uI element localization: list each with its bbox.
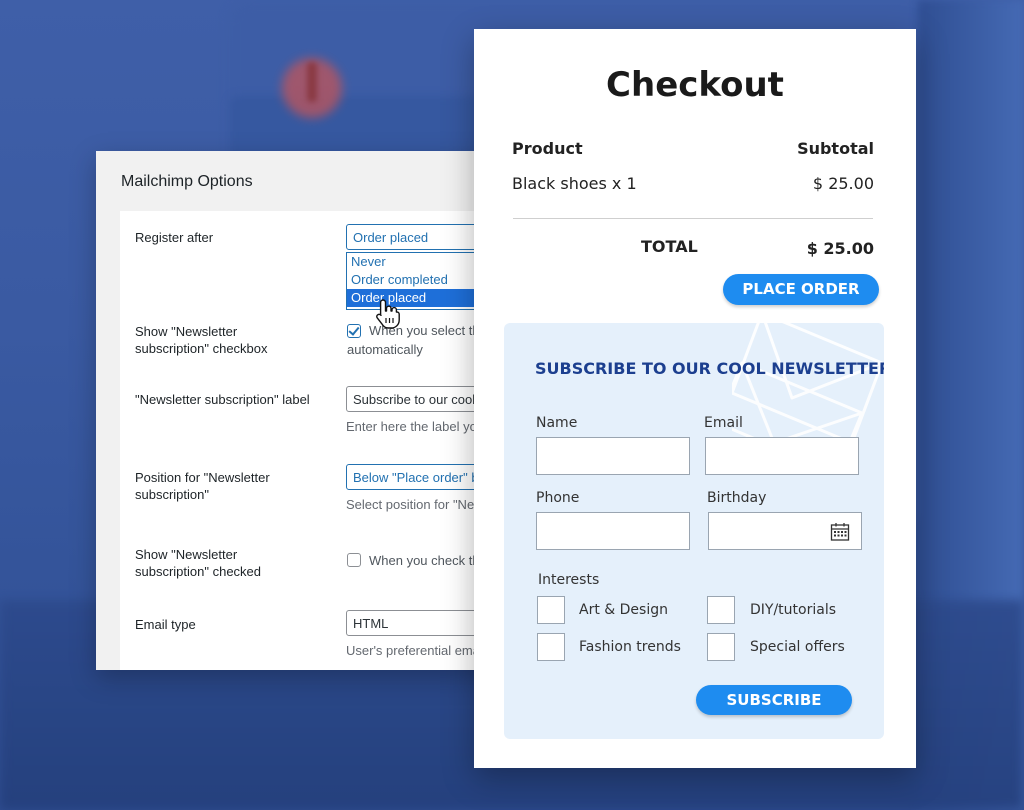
interest-diy-checkbox[interactable] [707,596,735,624]
options-form: Register after Order placed Show "Newsle… [120,211,516,670]
interest-diy-label: DIY/tutorials [750,602,837,618]
calendar-icon[interactable] [830,522,850,542]
phone-input[interactable] [536,512,690,550]
newsletter-box: SUBSCRIBE TO OUR COOL NEWSLETTER Name Em… [504,323,884,739]
item-price: $ 25.00 [812,174,874,193]
show-checkbox-text-2: automatically [347,342,423,357]
name-input[interactable] [536,437,690,475]
interest-fashion-checkbox[interactable] [537,633,565,661]
item-name: Black shoes x 1 [512,174,637,193]
birthday-label: Birthday [707,490,767,506]
interest-art-design-checkbox[interactable] [537,596,565,624]
checked-default-toggle[interactable] [347,553,361,567]
checkout-card: Checkout Product Subtotal Black shoes x … [474,29,916,768]
panel-title: Mailchimp Options [121,173,253,190]
show-checkbox-toggle[interactable] [347,324,361,338]
email-type-description: User's preferential ema [346,643,480,658]
position-label: Position for "Newsletter subscription" [135,470,270,502]
checked-default-text: When you check th [369,553,480,568]
interest-art-design-label: Art & Design [579,602,668,618]
mailchimp-options-panel: Mailchimp Options Register after Order p… [96,151,516,670]
subscription-label-description: Enter here the label yo [346,419,477,434]
dropdown-option-never[interactable]: Never [347,253,477,271]
dropdown-option-order-placed[interactable]: Order placed [347,289,477,307]
interest-special-offers-label: Special offers [750,639,845,655]
total-label: TOTAL [641,237,698,256]
checkout-title: Checkout [606,65,784,105]
show-checkbox-label: Show "Newsletter subscription" checkbox [135,324,268,356]
interest-special-offers-checkbox[interactable] [707,633,735,661]
email-type-label: Email type [135,617,196,632]
subscribe-button[interactable]: SUBSCRIBE [696,685,852,715]
background-warning-mark [307,62,317,102]
interests-label: Interests [538,572,600,588]
birthday-input[interactable] [708,512,862,550]
column-product: Product [512,139,583,158]
subscription-label-label: "Newsletter subscription" label [135,392,310,407]
email-label: Email [704,415,743,431]
interest-fashion-label: Fashion trends [579,639,681,655]
place-order-button[interactable]: PLACE ORDER [723,274,879,305]
name-label: Name [536,415,578,431]
email-input[interactable] [705,437,859,475]
divider [513,218,873,219]
hand-cursor-icon [376,299,400,329]
total-value: $ 25.00 [806,239,874,258]
newsletter-title: SUBSCRIBE TO OUR COOL NEWSLETTER [535,359,884,378]
dropdown-option-order-completed[interactable]: Order completed [347,271,477,289]
position-description: Select position for "Ne [346,497,475,512]
register-after-dropdown: Never Order completed Order placed [346,252,478,310]
register-after-label: Register after [135,230,214,245]
phone-label: Phone [536,490,580,506]
column-subtotal: Subtotal [797,139,874,158]
checked-default-label: Show "Newsletter subscription" checked [135,547,262,579]
